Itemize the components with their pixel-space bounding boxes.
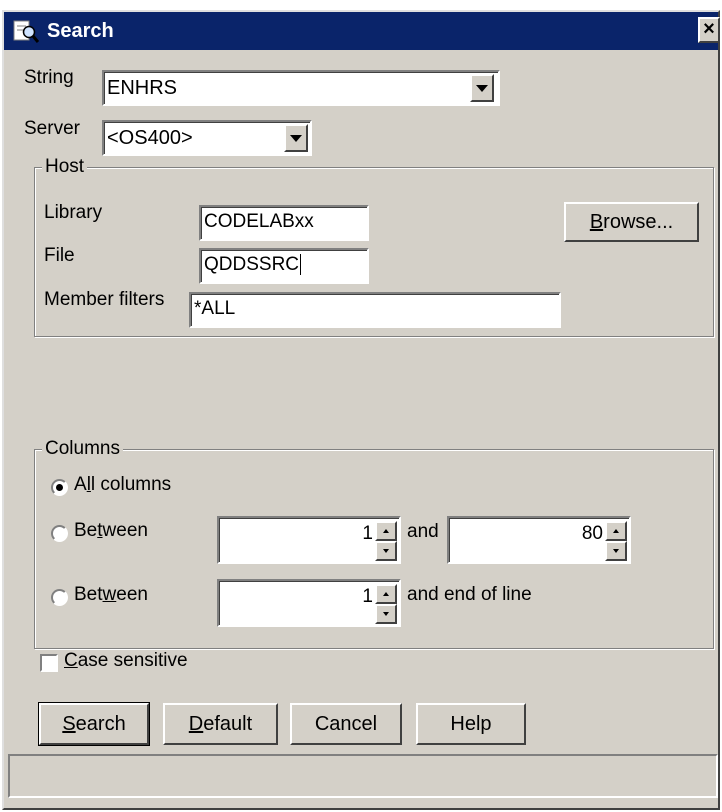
spin-up-button[interactable] <box>375 584 397 604</box>
between-to-spinner[interactable]: 80 <box>447 516 631 564</box>
between-radio[interactable] <box>51 525 68 542</box>
between-end-label: Between <box>74 584 148 605</box>
search-dialog: Search × String ENHRS Server <OS400> Hos… <box>2 10 720 810</box>
case-sensitive-checkbox[interactable] <box>40 654 58 672</box>
and-label: and <box>407 521 439 542</box>
text-cursor <box>300 254 302 275</box>
all-columns-label: All columns <box>74 474 172 495</box>
help-button[interactable]: Help <box>416 703 526 745</box>
library-input[interactable]: CODELABxx <box>199 205 369 241</box>
default-button[interactable]: Default <box>163 703 278 745</box>
string-label: String <box>24 67 74 88</box>
spin-up-button[interactable] <box>605 521 627 541</box>
server-dropdown-button[interactable] <box>284 124 308 152</box>
close-button[interactable]: × <box>698 17 720 43</box>
status-bar <box>8 754 718 798</box>
search-window-icon <box>13 20 39 43</box>
between-from-spinner[interactable]: 1 <box>217 516 401 564</box>
search-button[interactable]: Search <box>38 702 150 746</box>
browse-button[interactable]: Browse... <box>564 202 699 242</box>
file-input[interactable]: QDDSSRC <box>199 248 369 284</box>
member-filters-input[interactable]: *ALL <box>189 292 561 328</box>
title-bar: Search × <box>4 12 720 50</box>
library-label: Library <box>44 202 103 223</box>
close-icon: × <box>703 18 715 40</box>
all-columns-radio[interactable] <box>51 479 68 496</box>
string-combobox[interactable]: ENHRS <box>102 70 500 106</box>
between-label: Between <box>74 520 148 541</box>
member-filters-label: Member filters <box>44 289 165 310</box>
spin-down-button[interactable] <box>375 541 397 561</box>
between-end-from-spinner[interactable]: 1 <box>217 579 401 627</box>
server-label: Server <box>24 118 80 139</box>
server-combobox[interactable]: <OS400> <box>102 120 312 156</box>
window-title: Search <box>47 20 114 42</box>
columns-legend: Columns <box>42 438 123 460</box>
spin-down-button[interactable] <box>605 541 627 561</box>
string-dropdown-button[interactable] <box>470 74 494 102</box>
spin-down-button[interactable] <box>375 604 397 624</box>
and-end-of-line-label: and end of line <box>407 584 532 605</box>
case-sensitive-label: Case sensitive <box>64 650 188 671</box>
between-end-radio[interactable] <box>51 589 68 606</box>
cancel-button[interactable]: Cancel <box>290 703 402 745</box>
spin-up-button[interactable] <box>375 521 397 541</box>
file-label: File <box>44 245 75 266</box>
host-legend: Host <box>42 156 88 178</box>
